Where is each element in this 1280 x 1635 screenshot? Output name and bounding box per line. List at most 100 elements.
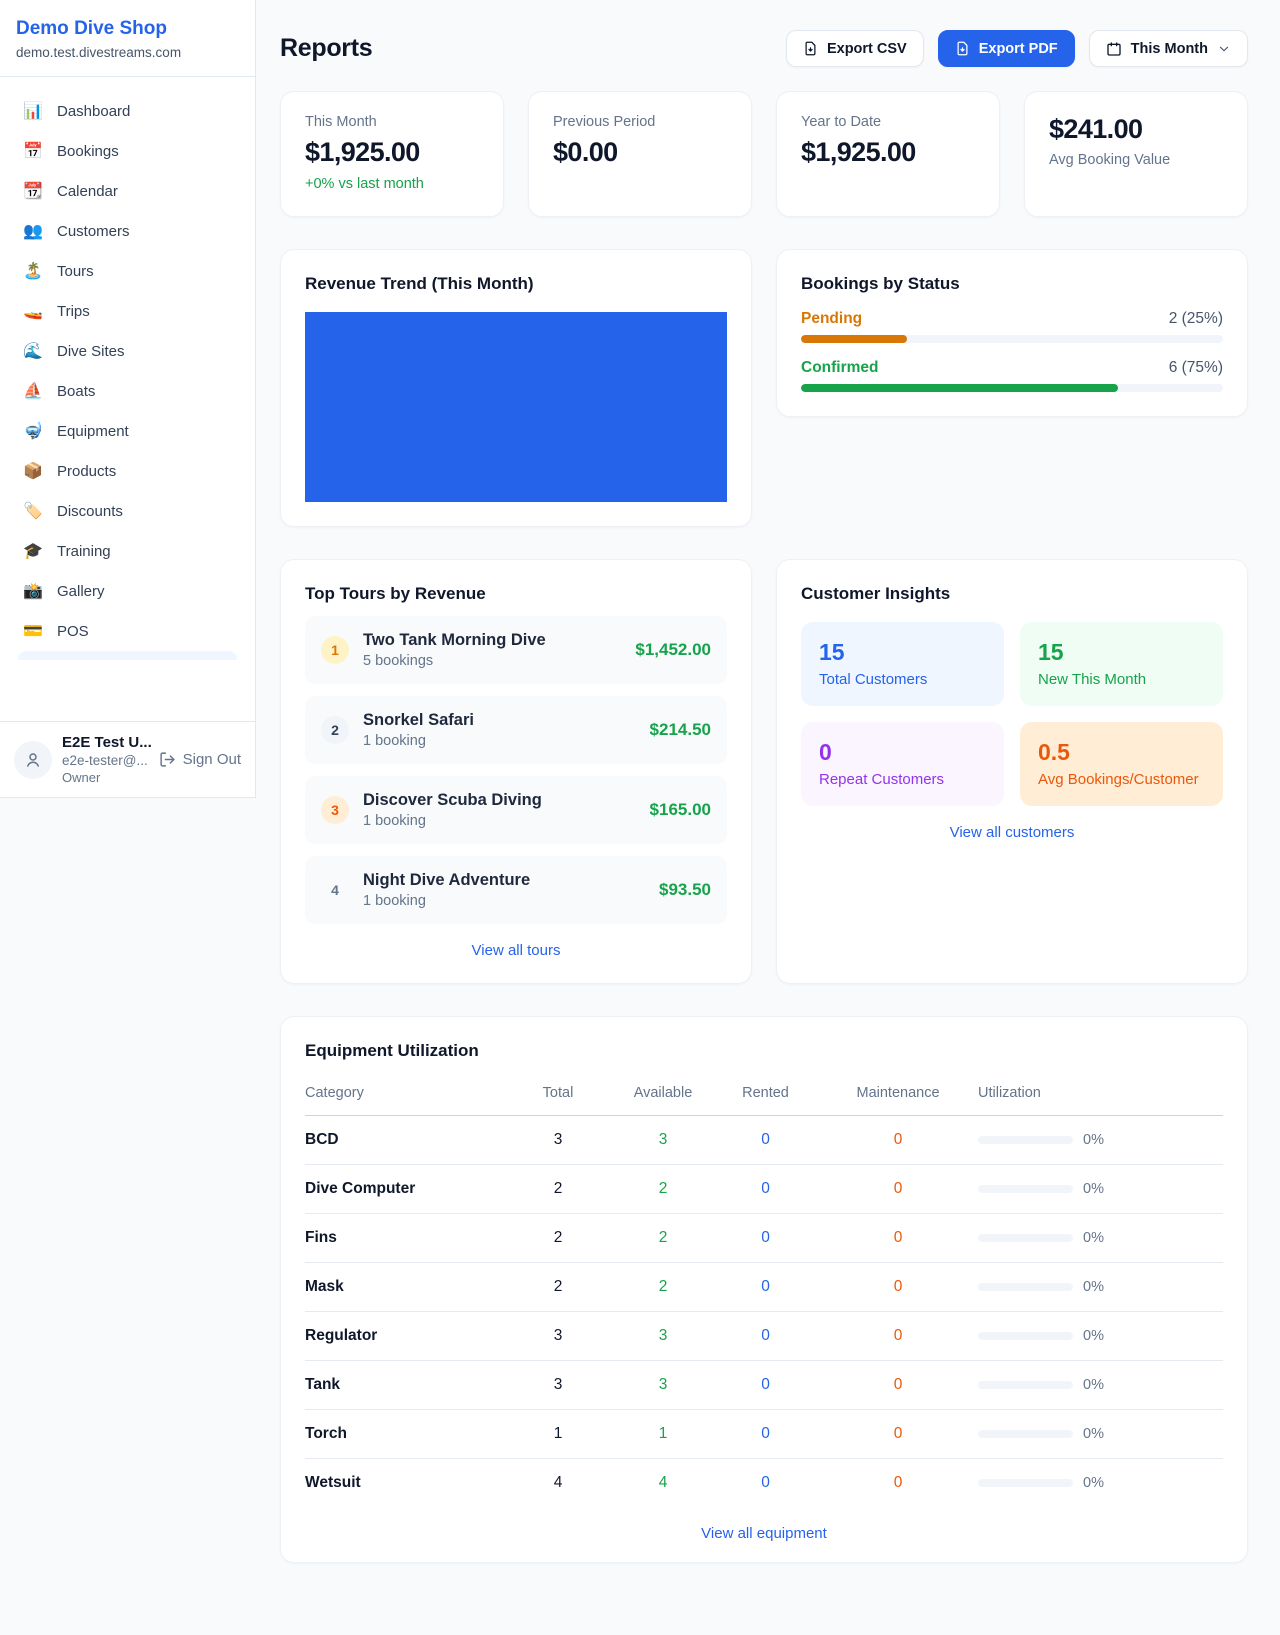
sidebar-user-panel: E2E Test U... e2e-tester@... Owner Sign …	[0, 721, 255, 797]
equipment-rented: 0	[713, 1459, 818, 1508]
package-icon: 📦	[22, 461, 44, 481]
revenue-trend-chart	[305, 312, 727, 502]
revenue-trend-title: Revenue Trend (This Month)	[305, 274, 727, 294]
sidebar-item-trips[interactable]: 🚤 Trips	[12, 291, 243, 331]
tour-row: 4 Night Dive Adventure 1 booking $93.50	[305, 856, 727, 924]
tour-bookings: 1 booking	[363, 893, 530, 909]
sidebar-item-reports-partial[interactable]	[18, 651, 237, 660]
equipment-total: 2	[503, 1214, 613, 1263]
export-pdf-button[interactable]: Export PDF	[938, 30, 1075, 67]
tour-bookings: 1 booking	[363, 733, 474, 749]
sidebar-item-equipment[interactable]: 🤿 Equipment	[12, 411, 243, 451]
progress-fill	[801, 384, 1118, 392]
sidebar-item-label: Trips	[57, 303, 90, 320]
sidebar-item-calendar[interactable]: 📆 Calendar	[12, 171, 243, 211]
tour-row: 1 Two Tank Morning Dive 5 bookings $1,45…	[305, 616, 727, 684]
column-header-total: Total	[503, 1075, 613, 1116]
sidebar-item-label: Gallery	[57, 583, 105, 600]
sign-out-button[interactable]: Sign Out	[159, 751, 241, 768]
sidebar-item-products[interactable]: 📦 Products	[12, 451, 243, 491]
island-icon: 🏝️	[22, 261, 44, 281]
equipment-available: 2	[613, 1214, 713, 1263]
stat-label: Avg Booking Value	[1049, 152, 1223, 168]
equipment-total: 1	[503, 1410, 613, 1459]
view-all-customers-link[interactable]: View all customers	[801, 824, 1223, 841]
stat-card-avg-booking-value: $241.00 Avg Booking Value	[1024, 91, 1248, 217]
status-count: 2 (25%)	[1169, 310, 1223, 328]
utilization-bar	[978, 1185, 1073, 1193]
period-dropdown[interactable]: This Month	[1089, 30, 1248, 67]
logout-icon	[159, 751, 176, 768]
equipment-rented: 0	[713, 1361, 818, 1410]
export-pdf-label: Export PDF	[979, 41, 1058, 57]
tile-value: 15	[819, 639, 986, 666]
view-all-tours-link[interactable]: View all tours	[305, 942, 727, 959]
charts-row: Revenue Trend (This Month) Bookings by S…	[280, 249, 1248, 527]
rank-badge: 1	[321, 636, 349, 664]
status-label: Pending	[801, 310, 862, 328]
equipment-category: Tank	[305, 1361, 503, 1410]
tour-revenue: $165.00	[650, 800, 711, 820]
utilization-bar	[978, 1332, 1073, 1340]
utilization-percent: 0%	[1083, 1132, 1104, 1148]
equipment-utilization-card: Equipment Utilization Category Total Ava…	[280, 1016, 1248, 1563]
utilization-bar	[978, 1479, 1073, 1487]
stat-card-previous-period: Previous Period $0.00	[528, 91, 752, 217]
shop-domain: demo.test.divestreams.com	[16, 45, 239, 60]
table-row: Regulator 3 3 0 0 0%	[305, 1312, 1223, 1361]
sidebar-nav: 📊 Dashboard 📅 Bookings 📆 Calendar 👥 Cust…	[0, 77, 255, 705]
sidebar-item-gallery[interactable]: 📸 Gallery	[12, 571, 243, 611]
table-row: Wetsuit 4 4 0 0 0%	[305, 1459, 1223, 1508]
sidebar-item-dive-sites[interactable]: 🌊 Dive Sites	[12, 331, 243, 371]
equipment-table: Category Total Available Rented Maintena…	[305, 1075, 1223, 1507]
utilization-percent: 0%	[1083, 1475, 1104, 1491]
column-header-utilization: Utilization	[978, 1075, 1223, 1116]
table-row: Tank 3 3 0 0 0%	[305, 1361, 1223, 1410]
sidebar-item-customers[interactable]: 👥 Customers	[12, 211, 243, 251]
utilization-cell: 0%	[978, 1132, 1223, 1148]
customers-icon: 👥	[22, 221, 44, 241]
tour-revenue: $93.50	[659, 880, 711, 900]
sidebar-item-tours[interactable]: 🏝️ Tours	[12, 251, 243, 291]
tile-value: 0	[819, 739, 986, 766]
speedboat-icon: 🚤	[22, 301, 44, 321]
page-header: Reports Export CSV Export PDF This Month	[280, 30, 1248, 67]
utilization-cell: 0%	[978, 1426, 1223, 1442]
stat-value: $1,925.00	[801, 137, 975, 168]
utilization-cell: 0%	[978, 1181, 1223, 1197]
insights-tiles: 15 Total Customers 15 New This Month 0 R…	[801, 622, 1223, 806]
stat-label: Year to Date	[801, 114, 975, 130]
utilization-percent: 0%	[1083, 1230, 1104, 1246]
status-row-pending: Pending 2 (25%)	[801, 310, 1223, 343]
equipment-total: 3	[503, 1116, 613, 1165]
utilization-percent: 0%	[1083, 1328, 1104, 1344]
column-header-rented: Rented	[713, 1075, 818, 1116]
equipment-available: 4	[613, 1459, 713, 1508]
utilization-bar	[978, 1381, 1073, 1389]
sidebar-item-bookings[interactable]: 📅 Bookings	[12, 131, 243, 171]
tile-label: Avg Bookings/Customer	[1038, 771, 1205, 788]
view-all-equipment-link[interactable]: View all equipment	[305, 1525, 1223, 1542]
utilization-cell: 0%	[978, 1377, 1223, 1393]
tour-revenue: $214.50	[650, 720, 711, 740]
utilization-percent: 0%	[1083, 1181, 1104, 1197]
calendar-icon	[1106, 41, 1122, 57]
sidebar-item-discounts[interactable]: 🏷️ Discounts	[12, 491, 243, 531]
equipment-rented: 0	[713, 1214, 818, 1263]
status-count: 6 (75%)	[1169, 359, 1223, 377]
page-title: Reports	[280, 34, 372, 63]
equipment-category: Wetsuit	[305, 1459, 503, 1508]
progress-track	[801, 335, 1223, 343]
stats-row: This Month $1,925.00 +0% vs last month P…	[280, 91, 1248, 217]
utilization-percent: 0%	[1083, 1377, 1104, 1393]
period-label: This Month	[1131, 41, 1208, 57]
credit-card-icon: 💳	[22, 621, 44, 641]
sidebar-item-training[interactable]: 🎓 Training	[12, 531, 243, 571]
sidebar-item-boats[interactable]: ⛵ Boats	[12, 371, 243, 411]
sidebar-item-dashboard[interactable]: 📊 Dashboard	[12, 91, 243, 131]
sidebar-item-label: Equipment	[57, 423, 129, 440]
top-tours-card: Top Tours by Revenue 1 Two Tank Morning …	[280, 559, 752, 984]
export-csv-button[interactable]: Export CSV	[786, 30, 924, 67]
progress-track	[801, 384, 1223, 392]
sidebar-item-pos[interactable]: 💳 POS	[12, 611, 243, 651]
